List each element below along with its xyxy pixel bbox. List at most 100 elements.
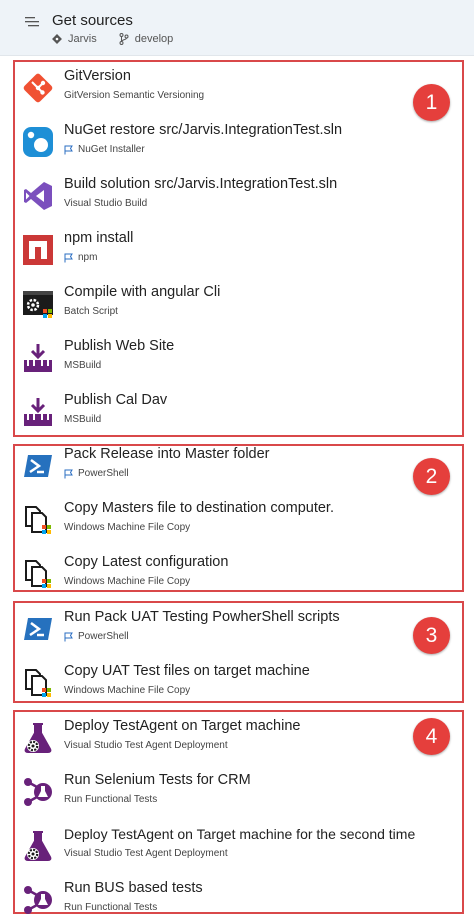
task-build-solution[interactable]: Build solution src/Jarvis.IntegrationTes… bbox=[22, 176, 402, 220]
task-name: Build solution src/Jarvis.IntegrationTes… bbox=[64, 176, 338, 192]
task-name: NuGet restore src/Jarvis.IntegrationTest… bbox=[64, 122, 343, 138]
task-name: Publish Cal Dav bbox=[64, 392, 168, 408]
source-meta: Jarvis develop bbox=[52, 33, 195, 45]
task-type: Run Functional Tests bbox=[64, 794, 157, 805]
functional-tests-icon bbox=[24, 886, 52, 914]
task-type: Run Functional Tests bbox=[64, 902, 157, 913]
task-name: Publish Web Site bbox=[64, 338, 175, 354]
task-type: PowerShell bbox=[64, 631, 129, 642]
task-deploy-testagent[interactable]: Deploy TestAgent on Target machine Visua… bbox=[22, 718, 402, 762]
powershell-icon bbox=[24, 455, 52, 477]
task-publish-web-site[interactable]: Publish Web Site MSBuild bbox=[22, 338, 402, 382]
task-name: Pack Release into Master folder bbox=[64, 446, 270, 462]
task-type-label: MSBuild bbox=[64, 360, 102, 371]
file-copy-icon bbox=[25, 669, 51, 697]
task-name: Deploy TestAgent on Target machine bbox=[64, 718, 301, 734]
task-type-label: Visual Studio Test Agent Deployment bbox=[64, 848, 228, 859]
git-icon bbox=[23, 73, 53, 103]
task-type: Batch Script bbox=[64, 306, 118, 317]
task-type: Visual Studio Build bbox=[64, 198, 147, 209]
task-copy-latest-configuration[interactable]: Copy Latest configuration Windows Machin… bbox=[22, 554, 402, 598]
task-type: Windows Machine File Copy bbox=[64, 685, 190, 696]
repo-icon bbox=[52, 34, 62, 44]
task-type: Windows Machine File Copy bbox=[64, 522, 190, 533]
task-deploy-testagent-second[interactable]: Deploy TestAgent on Target machine for t… bbox=[22, 826, 462, 870]
task-copy-masters-file[interactable]: Copy Masters file to destination compute… bbox=[22, 500, 402, 544]
task-type-label: PowerShell bbox=[78, 631, 129, 642]
task-type-label: MSBuild bbox=[64, 414, 102, 425]
task-type-label: Batch Script bbox=[64, 306, 118, 317]
task-type: GitVersion Semantic Versioning bbox=[64, 90, 204, 101]
task-type: MSBuild bbox=[64, 360, 101, 371]
task-pack-release[interactable]: Pack Release into Master folder PowerShe… bbox=[22, 446, 402, 490]
task-name: Compile with angular Cli bbox=[64, 284, 221, 300]
task-name: Run BUS based tests bbox=[64, 880, 203, 896]
task-name: npm install bbox=[64, 230, 134, 246]
flag-icon bbox=[64, 469, 73, 478]
visual-studio-icon bbox=[24, 182, 52, 210]
branch-icon bbox=[119, 33, 129, 45]
task-type-label: PowerShell bbox=[78, 468, 129, 479]
msbuild-icon bbox=[24, 344, 52, 372]
group-number-badge: 2 bbox=[413, 458, 450, 495]
task-group-4: 4 Deploy TestAgent on Target machine Vis… bbox=[13, 710, 464, 914]
task-name: Copy UAT Test files on target machine bbox=[64, 663, 310, 679]
file-copy-icon bbox=[25, 506, 51, 534]
task-run-pack-uat[interactable]: Run Pack UAT Testing PowherShell scripts… bbox=[22, 609, 402, 653]
task-name: Run Selenium Tests for CRM bbox=[64, 772, 251, 788]
task-group-1: 1 GitVersion GitVersion Semantic Version… bbox=[13, 60, 464, 437]
msbuild-icon bbox=[24, 398, 52, 426]
task-type: Visual Studio Test Agent Deployment bbox=[64, 740, 228, 751]
group-number-badge: 1 bbox=[413, 84, 450, 121]
task-name: Run Pack UAT Testing PowherShell scripts bbox=[64, 609, 340, 625]
task-publish-cal-dav[interactable]: Publish Cal Dav MSBuild bbox=[22, 392, 402, 436]
task-type: npm bbox=[64, 252, 97, 263]
task-type-label: Run Functional Tests bbox=[64, 902, 158, 913]
nuget-icon bbox=[23, 127, 53, 157]
task-type-label: Windows Machine File Copy bbox=[64, 576, 191, 587]
task-run-selenium-tests[interactable]: Run Selenium Tests for CRM Run Functiona… bbox=[22, 772, 402, 816]
task-type-label: Windows Machine File Copy bbox=[64, 522, 191, 533]
task-compile-angular[interactable]: Compile with angular Cli Batch Script bbox=[22, 284, 402, 328]
test-agent-icon bbox=[24, 831, 52, 861]
powershell-icon bbox=[24, 618, 52, 640]
flag-icon bbox=[64, 632, 73, 641]
task-type-label: NuGet Installer bbox=[78, 144, 145, 155]
list-icon bbox=[25, 17, 39, 27]
task-type: Visual Studio Test Agent Deployment bbox=[64, 848, 228, 859]
task-run-bus-tests[interactable]: Run BUS based tests Run Functional Tests bbox=[22, 880, 402, 924]
branch-info: develop bbox=[119, 33, 174, 45]
task-type-label: Visual Studio Build bbox=[64, 198, 148, 209]
test-agent-icon bbox=[24, 723, 52, 753]
functional-tests-icon bbox=[24, 778, 52, 806]
task-nuget-restore[interactable]: NuGet restore src/Jarvis.IntegrationTest… bbox=[22, 122, 402, 166]
task-type: Windows Machine File Copy bbox=[64, 576, 190, 587]
task-name: Copy Latest configuration bbox=[64, 554, 229, 570]
task-type-label: Run Functional Tests bbox=[64, 794, 158, 805]
task-name: Copy Masters file to destination compute… bbox=[64, 500, 334, 516]
task-type: NuGet Installer bbox=[64, 144, 145, 155]
task-type-label: Visual Studio Test Agent Deployment bbox=[64, 740, 228, 751]
branch-name: develop bbox=[134, 33, 174, 45]
repo-info: Jarvis bbox=[52, 33, 97, 45]
repo-name: Jarvis bbox=[68, 33, 97, 45]
file-copy-icon bbox=[25, 560, 51, 588]
batch-script-icon bbox=[23, 291, 53, 318]
flag-icon bbox=[64, 253, 73, 262]
task-name: GitVersion bbox=[64, 68, 131, 84]
task-npm-install[interactable]: npm install npm bbox=[22, 230, 402, 274]
get-sources-header[interactable]: Get sources Jarvis develop bbox=[0, 0, 474, 56]
npm-icon bbox=[23, 235, 53, 265]
task-copy-uat-files[interactable]: Copy UAT Test files on target machine Wi… bbox=[22, 663, 402, 707]
group-number-badge: 4 bbox=[413, 718, 450, 755]
get-sources-title: Get sources bbox=[52, 12, 133, 29]
task-group-3: 3 Run Pack UAT Testing PowherShell scrip… bbox=[13, 601, 464, 703]
flag-icon bbox=[64, 145, 73, 154]
task-type: MSBuild bbox=[64, 414, 101, 425]
group-number-badge: 3 bbox=[413, 617, 450, 654]
task-name: Deploy TestAgent on Target machine for t… bbox=[64, 826, 416, 842]
task-gitversion[interactable]: GitVersion GitVersion Semantic Versionin… bbox=[22, 68, 402, 112]
task-group-2: 2 Pack Release into Master folder PowerS… bbox=[13, 444, 464, 592]
task-type-label: npm bbox=[78, 252, 98, 263]
task-type-label: GitVersion Semantic Versioning bbox=[64, 90, 205, 101]
